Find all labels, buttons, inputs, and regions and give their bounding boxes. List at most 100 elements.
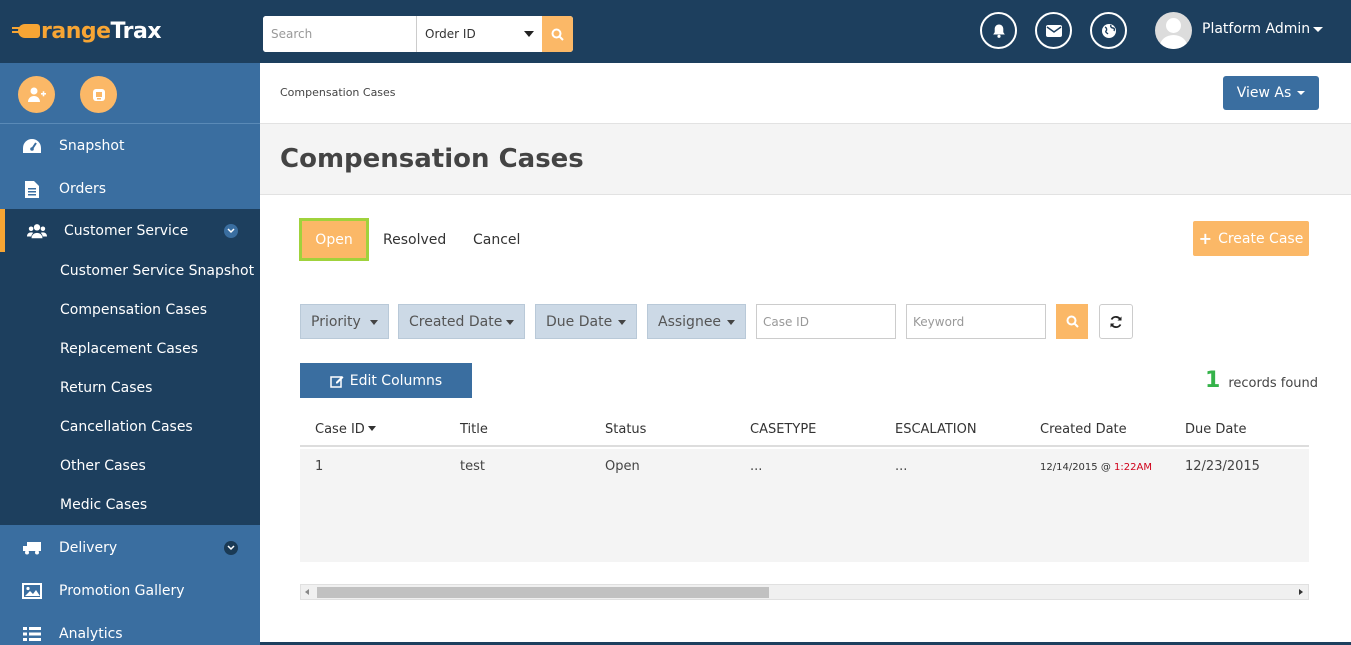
page-title: Compensation Cases <box>280 144 584 174</box>
chevron-down-icon <box>618 320 626 325</box>
user-menu-chevron-icon[interactable] <box>1313 27 1323 32</box>
language-button[interactable] <box>1090 12 1127 49</box>
keyword-input[interactable] <box>906 304 1046 339</box>
refresh-button[interactable] <box>1099 304 1133 339</box>
list-icon <box>22 624 42 644</box>
table-row[interactable]: 1 test Open ... ... 12/14/2015 @ 1:22AM … <box>300 449 1309 562</box>
created-date-filter-label: Created Date <box>409 313 503 330</box>
chevron-down-icon[interactable] <box>224 541 238 555</box>
records-count: 1 <box>1205 368 1221 393</box>
scroll-right-arrow-icon[interactable] <box>1299 589 1303 595</box>
breadcrumb[interactable]: Compensation Cases <box>280 86 396 99</box>
scrollbar-thumb[interactable] <box>317 587 769 598</box>
column-header-casetype[interactable]: CASETYPE <box>750 422 816 437</box>
search-input[interactable] <box>263 16 417 52</box>
view-as-button[interactable]: View As <box>1223 76 1319 110</box>
document-icon <box>22 179 42 199</box>
submenu-item-cancellation-cases[interactable]: Cancellation Cases <box>60 419 193 435</box>
support-icon <box>92 88 105 101</box>
chevron-down-icon <box>524 31 534 37</box>
submenu-item-customer-service-snapshot[interactable]: Customer Service Snapshot <box>60 263 254 279</box>
edit-columns-button[interactable]: Edit Columns <box>300 363 472 398</box>
customer-service-submenu: Customer Service Snapshot Compensation C… <box>0 252 260 525</box>
create-case-button[interactable]: + Create Case <box>1193 221 1309 256</box>
refresh-icon <box>1110 315 1122 328</box>
sidebar-item-customer-service[interactable]: Customer Service <box>0 209 260 252</box>
sidebar-item-promotion-gallery[interactable]: Promotion Gallery <box>0 569 260 612</box>
filter-search-button[interactable] <box>1056 304 1088 339</box>
top-bar: rangeTrax Order ID Platform Admin <box>0 0 1351 63</box>
sidebar-quick-actions <box>0 63 260 124</box>
messages-button[interactable] <box>1035 12 1072 49</box>
logo[interactable]: rangeTrax <box>12 16 162 46</box>
search-type-value: Order ID <box>425 27 476 41</box>
scroll-left-arrow-icon[interactable] <box>305 589 309 595</box>
sidebar-item-label: Orders <box>59 180 107 197</box>
support-button[interactable] <box>80 76 117 113</box>
cell-case-id[interactable]: 1 <box>315 459 323 474</box>
dashboard-icon <box>22 136 42 156</box>
edit-icon <box>330 375 344 388</box>
sidebar-item-label: Customer Service <box>64 222 189 239</box>
cell-created-time: 1:22AM <box>1114 462 1152 473</box>
logo-truck-icon <box>12 24 40 38</box>
sort-desc-icon <box>367 426 376 431</box>
image-icon <box>22 581 42 601</box>
breadcrumb-bar: Compensation Cases View As <box>260 63 1351 124</box>
users-icon <box>27 221 47 241</box>
cell-due-date: 12/23/2015 <box>1185 459 1260 474</box>
priority-filter-label: Priority <box>311 313 361 330</box>
chevron-down-icon <box>727 320 735 325</box>
logo-part2: Trax <box>110 18 162 44</box>
priority-filter[interactable]: Priority <box>300 304 389 339</box>
tab-resolved[interactable]: Resolved <box>383 218 446 261</box>
submenu-item-compensation-cases[interactable]: Compensation Cases <box>60 302 207 318</box>
column-header-escalation[interactable]: ESCALATION <box>895 422 977 437</box>
case-id-input[interactable] <box>756 304 896 339</box>
sidebar-item-label: Delivery <box>59 539 118 556</box>
submenu-item-return-cases[interactable]: Return Cases <box>60 380 152 396</box>
sidebar-item-delivery[interactable]: Delivery <box>0 526 260 569</box>
column-header-case-id[interactable]: Case ID <box>315 422 376 437</box>
search-icon <box>1066 315 1079 328</box>
table-header: Case ID Title Status CASETYPE ESCALATION… <box>300 413 1309 447</box>
tab-open[interactable]: Open <box>299 218 369 261</box>
submenu-item-replacement-cases[interactable]: Replacement Cases <box>60 341 198 357</box>
cell-title[interactable]: test <box>460 459 485 474</box>
sidebar: Snapshot Orders Customer Service Custome… <box>0 63 260 645</box>
search-button[interactable] <box>542 16 573 52</box>
bell-icon <box>992 24 1005 38</box>
view-as-label: View As <box>1236 85 1292 101</box>
user-name[interactable]: Platform Admin <box>1202 21 1310 37</box>
created-date-filter[interactable]: Created Date <box>398 304 525 339</box>
main-content: Compensation Cases View As Compensation … <box>260 63 1351 645</box>
chevron-down-icon <box>1297 91 1306 95</box>
chevron-down-icon <box>370 320 378 325</box>
due-date-filter[interactable]: Due Date <box>535 304 637 339</box>
column-header-due-date[interactable]: Due Date <box>1185 422 1246 437</box>
title-bar: Compensation Cases <box>260 124 1351 195</box>
truck-icon <box>22 538 42 558</box>
sidebar-item-analytics[interactable]: Analytics <box>0 612 260 645</box>
records-found: 1 records found <box>1205 368 1318 393</box>
assignee-filter[interactable]: Assignee <box>647 304 746 339</box>
tab-cancel[interactable]: Cancel <box>473 218 520 261</box>
cell-escalation: ... <box>895 459 908 474</box>
submenu-item-other-cases[interactable]: Other Cases <box>60 458 146 474</box>
sidebar-item-snapshot[interactable]: Snapshot <box>0 124 260 167</box>
active-indicator <box>0 209 5 252</box>
edit-columns-label: Edit Columns <box>349 372 443 389</box>
avatar[interactable] <box>1155 12 1192 49</box>
sidebar-item-label: Analytics <box>59 625 123 642</box>
horizontal-scrollbar[interactable] <box>300 584 1309 600</box>
search-type-select[interactable]: Order ID <box>417 16 542 52</box>
sidebar-item-orders[interactable]: Orders <box>0 167 260 210</box>
notifications-button[interactable] <box>980 12 1017 49</box>
column-header-status[interactable]: Status <box>605 422 646 437</box>
global-search: Order ID <box>263 16 573 52</box>
column-header-title[interactable]: Title <box>460 422 488 437</box>
submenu-item-medic-cases[interactable]: Medic Cases <box>60 497 147 513</box>
column-header-created-date[interactable]: Created Date <box>1040 422 1127 437</box>
chevron-down-icon[interactable] <box>224 224 238 238</box>
add-user-button[interactable] <box>18 76 55 113</box>
